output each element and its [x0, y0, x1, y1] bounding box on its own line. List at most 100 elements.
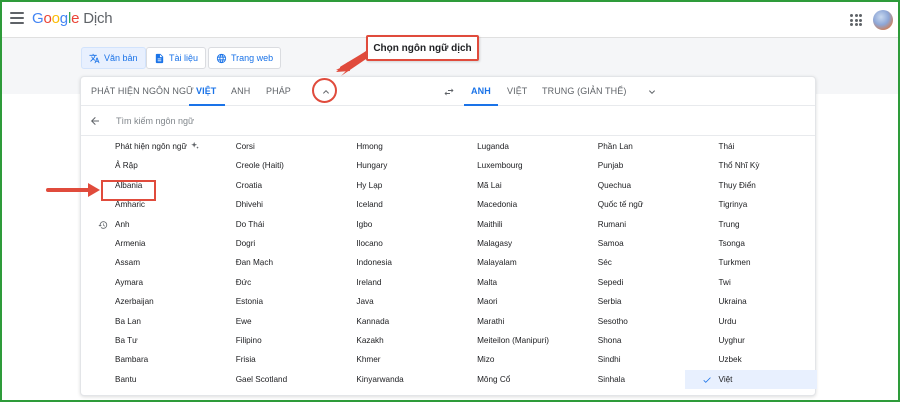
- language-item[interactable]: Quốc tế ngữ: [564, 195, 684, 214]
- language-item[interactable]: Malagasy: [443, 234, 563, 253]
- language-item-selected[interactable]: Việt: [684, 369, 817, 390]
- language-item[interactable]: Bambara: [81, 350, 201, 369]
- language-item[interactable]: Twi: [685, 273, 817, 292]
- tab-source-vietnamese[interactable]: VIỆT: [196, 86, 216, 96]
- language-item[interactable]: Ilocano: [322, 234, 442, 253]
- mode-document-button[interactable]: Tài liệu: [146, 47, 207, 69]
- language-item[interactable]: Macedonia: [443, 195, 563, 214]
- language-item[interactable]: Urdu: [685, 312, 817, 331]
- language-item[interactable]: Quechua: [564, 176, 684, 195]
- language-item[interactable]: Sesotho: [564, 312, 684, 331]
- tab-source-french[interactable]: PHÁP: [266, 86, 291, 96]
- apps-grid-icon[interactable]: [850, 14, 862, 26]
- language-item[interactable]: Luxembourg: [443, 156, 563, 175]
- language-item[interactable]: Thái: [685, 137, 817, 156]
- language-item[interactable]: Mông Cổ: [443, 370, 563, 389]
- language-item[interactable]: Tsonga: [685, 234, 817, 253]
- sparkle-icon: [191, 141, 199, 149]
- language-item[interactable]: Ba Tư: [81, 331, 201, 350]
- tab-source-english[interactable]: ANH: [231, 86, 250, 96]
- language-item[interactable]: Hmong: [322, 137, 442, 156]
- language-item[interactable]: Maithili: [443, 215, 563, 234]
- tab-target-english[interactable]: ANH: [471, 86, 491, 96]
- mode-text-button[interactable]: Văn bản: [81, 47, 146, 69]
- language-item[interactable]: Kannada: [322, 312, 442, 331]
- language-item[interactable]: Uyghur: [685, 331, 817, 350]
- language-label: Sepedi: [597, 277, 624, 287]
- language-item[interactable]: Thụy Điển: [685, 176, 817, 195]
- language-item[interactable]: Hy Lạp: [322, 176, 442, 195]
- avatar[interactable]: [873, 10, 893, 30]
- language-item[interactable]: Armenia: [81, 234, 201, 253]
- back-arrow-icon[interactable]: [89, 115, 101, 127]
- language-item[interactable]: Hungary: [322, 156, 442, 175]
- language-item[interactable]: Maori: [443, 292, 563, 311]
- language-item[interactable]: Serbia: [564, 292, 684, 311]
- language-column: Thái Thổ Nhĩ Kỳ Thụy Điển Tigrinya Trung…: [684, 137, 817, 390]
- language-item[interactable]: Uzbek: [685, 350, 817, 369]
- language-item[interactable]: Mã Lai: [443, 176, 563, 195]
- language-item[interactable]: Malta: [443, 273, 563, 292]
- language-item[interactable]: Malayalam: [443, 253, 563, 272]
- language-item[interactable]: Do Thái: [202, 215, 322, 234]
- language-item[interactable]: Punjab: [564, 156, 684, 175]
- language-item[interactable]: Filipino: [202, 331, 322, 350]
- language-item[interactable]: Dhivehi: [202, 195, 322, 214]
- language-item[interactable]: Creole (Haiti): [202, 156, 322, 175]
- language-item[interactable]: Samoa: [564, 234, 684, 253]
- language-item[interactable]: Igbo: [322, 215, 442, 234]
- language-item[interactable]: Khmer: [322, 350, 442, 369]
- language-item[interactable]: Bantu: [81, 370, 201, 389]
- tab-detect-language[interactable]: PHÁT HIỆN NGÔN NGỮ: [91, 86, 194, 96]
- language-item[interactable]: Marathi: [443, 312, 563, 331]
- swap-languages-icon[interactable]: [443, 86, 455, 98]
- menu-icon[interactable]: [10, 12, 24, 26]
- language-item[interactable]: Phát hiện ngôn ngữ: [81, 137, 201, 156]
- language-item[interactable]: Thổ Nhĩ Kỳ: [685, 156, 817, 175]
- language-item[interactable]: Anh: [81, 215, 201, 234]
- language-item[interactable]: Ả Rập: [81, 156, 201, 175]
- language-item[interactable]: Kazakh: [322, 331, 442, 350]
- language-item[interactable]: Iceland: [322, 195, 442, 214]
- language-item[interactable]: Java: [322, 292, 442, 311]
- language-item[interactable]: Indonesia: [322, 253, 442, 272]
- language-item[interactable]: Phần Lan: [564, 137, 684, 156]
- language-label: Quốc tế ngữ: [597, 200, 644, 210]
- language-item[interactable]: Ba Lan: [81, 312, 201, 331]
- language-item[interactable]: Luganda: [443, 137, 563, 156]
- language-item[interactable]: Dogri: [202, 234, 322, 253]
- language-item[interactable]: Estonia: [202, 292, 322, 311]
- language-item[interactable]: Assam: [81, 253, 201, 272]
- language-label: Creole (Haiti): [235, 161, 284, 171]
- language-item[interactable]: Đan Mạch: [202, 253, 322, 272]
- language-item[interactable]: Aymara: [81, 273, 201, 292]
- annotation-highlight-box: [101, 180, 156, 201]
- language-item[interactable]: Tigrinya: [685, 195, 817, 214]
- chevron-down-icon[interactable]: [646, 86, 658, 98]
- language-item[interactable]: Séc: [564, 253, 684, 272]
- language-item[interactable]: Sinhala: [564, 370, 684, 389]
- language-item[interactable]: Frisia: [202, 350, 322, 369]
- language-item[interactable]: Croatia: [202, 176, 322, 195]
- language-item[interactable]: Azerbaijan: [81, 292, 201, 311]
- language-item[interactable]: Mizo: [443, 350, 563, 369]
- language-search-input[interactable]: [116, 112, 416, 130]
- language-item[interactable]: Trung: [685, 215, 817, 234]
- language-item[interactable]: Sindhi: [564, 350, 684, 369]
- language-item[interactable]: Sepedi: [564, 273, 684, 292]
- language-item[interactable]: Corsi: [202, 137, 322, 156]
- language-item[interactable]: Ireland: [322, 273, 442, 292]
- language-item[interactable]: Ukraina: [685, 292, 817, 311]
- language-item[interactable]: Turkmen: [685, 253, 817, 272]
- app-logo[interactable]: Google Dịch: [32, 10, 113, 27]
- tab-target-vietnamese[interactable]: VIỆT: [507, 86, 527, 96]
- language-item[interactable]: Rumani: [564, 215, 684, 234]
- language-item[interactable]: Meiteilon (Manipuri): [443, 331, 563, 350]
- tab-target-chinese[interactable]: TRUNG (GIẢN THỂ): [542, 86, 626, 96]
- language-item[interactable]: Shona: [564, 331, 684, 350]
- language-item[interactable]: Đức: [202, 273, 322, 292]
- language-item[interactable]: Kinyarwanda: [322, 370, 442, 389]
- language-item[interactable]: Ewe: [202, 312, 322, 331]
- language-item[interactable]: Gael Scotland: [202, 370, 322, 389]
- mode-website-button[interactable]: Trang web: [208, 47, 282, 69]
